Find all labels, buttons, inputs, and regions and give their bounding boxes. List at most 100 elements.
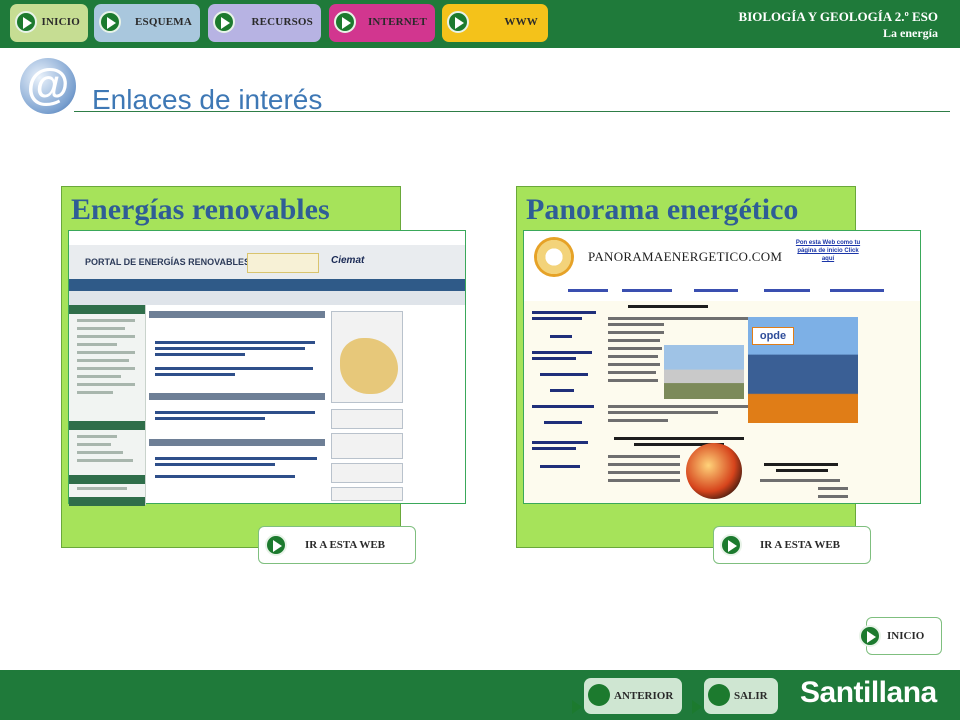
preview-text-line bbox=[155, 411, 315, 414]
nav-inicio-button[interactable]: INICIO bbox=[10, 4, 88, 42]
go-to-website-label: IR A ESTA WEB bbox=[305, 539, 385, 551]
go-to-website-button-2[interactable]: IR A ESTA WEB bbox=[713, 526, 871, 564]
preview-text-line bbox=[608, 479, 680, 482]
play-icon bbox=[447, 11, 469, 33]
preview-text-line bbox=[155, 417, 265, 420]
santillana-logo: Santillana bbox=[800, 676, 937, 709]
preview-text-line bbox=[77, 327, 125, 330]
card-title: Panorama energético bbox=[526, 193, 799, 226]
preview-text-line bbox=[77, 451, 123, 454]
preview-nav-item bbox=[532, 311, 596, 314]
preview-text-line bbox=[77, 375, 121, 378]
preview-text-line bbox=[818, 487, 848, 490]
exit-button[interactable]: SALIR bbox=[692, 678, 778, 714]
subject-title: BIOLOGÍA Y GEOLOGÍA 2.º ESO bbox=[738, 9, 938, 24]
nav-esquema-button[interactable]: ESQUEMA bbox=[94, 4, 200, 42]
preview-ad-brand: opde bbox=[752, 327, 794, 345]
power-plant-image bbox=[664, 345, 744, 399]
exit-label: SALIR bbox=[734, 690, 768, 702]
preview-text-line bbox=[155, 475, 295, 478]
preview-text-line bbox=[760, 479, 840, 482]
circle-icon bbox=[588, 684, 610, 706]
preview-text-line bbox=[77, 351, 135, 354]
home-button[interactable]: INICIO bbox=[859, 617, 942, 655]
subject-header: BIOLOGÍA Y GEOLOGÍA 2.º ESO La energía bbox=[739, 8, 938, 42]
preview-body: opde bbox=[524, 301, 920, 503]
preview-nav-item bbox=[532, 357, 576, 360]
preview-link-row bbox=[524, 287, 920, 297]
preview-right-column bbox=[331, 311, 403, 501]
preview-text-line bbox=[608, 363, 660, 366]
circle-icon bbox=[708, 684, 730, 706]
preview-link bbox=[764, 289, 810, 292]
website-preview-panorama-energetico[interactable]: PANORAMAENERGETICO.COM Pon esta Web como… bbox=[523, 230, 921, 504]
preview-text-line bbox=[608, 471, 680, 474]
nav-internet-button[interactable]: INTERNET bbox=[329, 4, 435, 42]
play-icon bbox=[99, 11, 121, 33]
preview-link-box bbox=[331, 409, 403, 429]
preview-text-line bbox=[77, 359, 129, 362]
preview-main-column bbox=[149, 311, 325, 501]
preview-link bbox=[568, 289, 608, 292]
preview-nav-item bbox=[532, 317, 582, 320]
preview-text-line bbox=[608, 455, 680, 458]
preview-nav-item bbox=[532, 441, 588, 444]
home-label: INICIO bbox=[887, 630, 925, 642]
card-title: Energías renovables bbox=[71, 193, 330, 226]
preview-nav-item bbox=[544, 421, 582, 424]
preview-text-line bbox=[818, 495, 848, 498]
ministry-logo-icon bbox=[247, 253, 319, 273]
preview-searchbar bbox=[69, 291, 465, 305]
preview-text-line bbox=[77, 459, 133, 462]
preview-text-line bbox=[608, 419, 668, 422]
preview-text-line bbox=[77, 391, 113, 394]
preview-text-line bbox=[608, 347, 662, 350]
preview-nav-item bbox=[550, 335, 572, 338]
preview-text-line bbox=[608, 463, 680, 466]
preview-text-line bbox=[77, 343, 117, 346]
preview-text-line bbox=[77, 367, 135, 370]
arrow-right-icon bbox=[572, 700, 582, 714]
play-icon bbox=[859, 625, 881, 647]
play-icon bbox=[265, 534, 287, 556]
preview-site-name: PANORAMAENERGETICO.COM bbox=[588, 249, 783, 264]
preview-text-line bbox=[155, 457, 317, 460]
play-icon bbox=[720, 534, 742, 556]
preview-navbar bbox=[69, 279, 465, 291]
preview-link bbox=[830, 289, 884, 292]
nav-www-button[interactable]: WWW bbox=[442, 4, 548, 42]
preview-text-line bbox=[155, 347, 305, 350]
preview-sidebar bbox=[69, 305, 146, 506]
preview-text-line bbox=[155, 341, 315, 344]
preview-text-line bbox=[764, 463, 838, 466]
previous-button[interactable]: ANTERIOR bbox=[572, 678, 682, 714]
preview-homepage-note: Pon esta Web como tu página de inicio Cl… bbox=[795, 240, 861, 262]
spain-map-icon bbox=[340, 338, 398, 394]
preview-text-line bbox=[77, 443, 111, 446]
preview-link bbox=[622, 289, 672, 292]
preview-sidebar-header bbox=[69, 475, 145, 484]
preview-text-line bbox=[608, 371, 656, 374]
preview-text-line bbox=[155, 373, 235, 376]
nav-www-label: WWW bbox=[504, 16, 538, 28]
preview-section-header bbox=[149, 393, 325, 400]
go-to-website-label: IR A ESTA WEB bbox=[760, 539, 840, 551]
preview-nav-item bbox=[532, 447, 576, 450]
go-to-website-button-1[interactable]: IR A ESTA WEB bbox=[258, 526, 416, 564]
preview-link bbox=[694, 289, 738, 292]
play-icon bbox=[15, 11, 37, 33]
nav-inicio-label: INICIO bbox=[41, 16, 80, 28]
preview-link-box bbox=[331, 487, 403, 501]
preview-nav-item bbox=[540, 465, 580, 468]
preview-sidebar-header bbox=[69, 305, 145, 314]
nav-recursos-button[interactable]: RECURSOS bbox=[208, 4, 321, 42]
preview-nav-item bbox=[532, 405, 594, 408]
preview-text-line bbox=[608, 317, 748, 320]
preview-region-box bbox=[331, 311, 403, 403]
preview-text-line bbox=[608, 379, 658, 382]
nav-recursos-label: RECURSOS bbox=[251, 16, 313, 28]
website-preview-energias-renovables[interactable]: PORTAL DE ENERGÍAS RENOVABLES Ciemat bbox=[68, 230, 466, 506]
preview-text-line bbox=[155, 463, 275, 466]
preview-text-line bbox=[608, 405, 748, 408]
preview-text-line bbox=[608, 323, 664, 326]
